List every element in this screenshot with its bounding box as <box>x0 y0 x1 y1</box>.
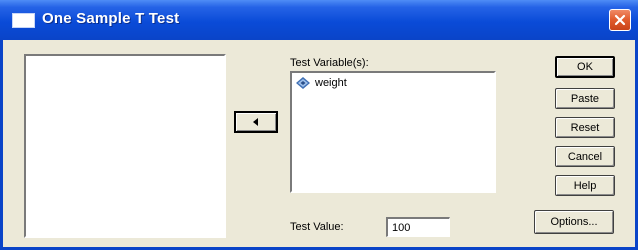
test-variables-label: Test Variable(s): <box>290 57 369 69</box>
window-icon <box>12 13 35 28</box>
reset-button[interactable]: Reset <box>555 117 615 138</box>
test-variables-list[interactable]: weight <box>290 71 496 193</box>
left-arrow-icon <box>253 118 258 126</box>
help-button[interactable]: Help <box>555 175 615 196</box>
move-variable-button[interactable] <box>234 111 278 133</box>
close-icon <box>614 14 626 26</box>
paste-button[interactable]: Paste <box>555 88 615 109</box>
close-button[interactable] <box>609 9 631 31</box>
ok-button[interactable]: OK <box>555 56 615 78</box>
variable-label: weight <box>315 77 347 89</box>
window-title: One Sample T Test <box>42 10 180 27</box>
options-button[interactable]: Options... <box>534 210 614 234</box>
list-item[interactable]: weight <box>296 77 347 89</box>
test-value-input[interactable] <box>386 217 450 237</box>
title-bar[interactable]: One Sample T Test <box>0 0 638 40</box>
source-variable-list[interactable] <box>24 54 226 238</box>
test-value-label: Test Value: <box>290 221 344 233</box>
scale-variable-icon <box>296 77 310 89</box>
cancel-button[interactable]: Cancel <box>555 146 615 167</box>
